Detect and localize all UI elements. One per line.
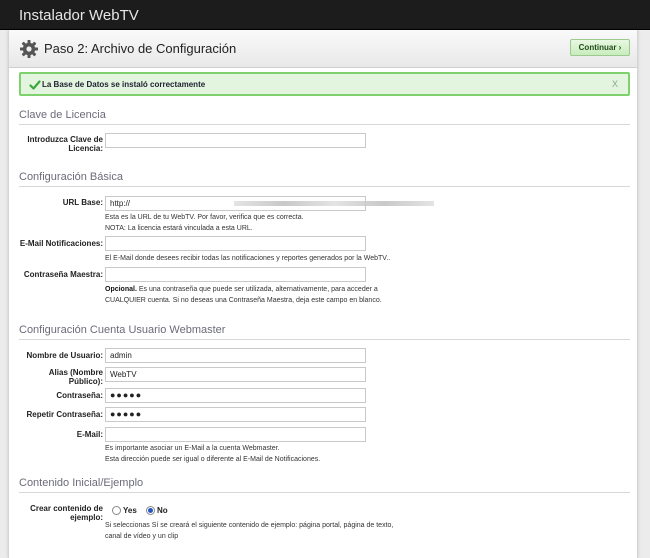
username-input[interactable] bbox=[105, 348, 366, 363]
master-help-line-2: CUALQUIER cuenta. Si no deseas una Contr… bbox=[105, 297, 382, 304]
alias-label: Alias (Nombre Público): bbox=[48, 368, 103, 386]
sample-content-no-radio[interactable] bbox=[146, 506, 155, 515]
sample-content-yes-label[interactable]: Yes bbox=[123, 506, 137, 515]
section-divider bbox=[19, 492, 630, 493]
license-section-title: Clave de Licencia bbox=[19, 109, 106, 121]
alert-message: La Base de Datos se instaló correctament… bbox=[42, 80, 206, 89]
webmaster-email-help: Es importante asociar un E-Mail a la cue… bbox=[105, 443, 320, 465]
top-bar: Instalador WebTV bbox=[0, 0, 650, 30]
url-label: URL Base: bbox=[62, 198, 103, 207]
master-password-help: Opcional. Es una contraseña que puede se… bbox=[105, 284, 382, 306]
repeat-password-label: Repetir Contraseña: bbox=[26, 410, 103, 419]
sample-content-no-label[interactable]: No bbox=[157, 506, 168, 515]
sample-content-help-line-2: canal de vídeo y un clip bbox=[105, 533, 179, 540]
section-divider bbox=[19, 186, 630, 187]
username-label: Nombre de Usuario: bbox=[26, 351, 103, 360]
content-section-title: Contenido Inicial/Ejemplo bbox=[19, 477, 144, 489]
sample-content-yes-radio[interactable] bbox=[112, 506, 121, 515]
master-help-line-1: Es una contraseña que puede ser utilizad… bbox=[136, 286, 378, 293]
success-alert: La Base de Datos se instaló correctament… bbox=[19, 72, 630, 96]
alias-input[interactable] bbox=[105, 367, 366, 382]
url-help-line-1: Esta es la URL de tu WebTV. Por favor, v… bbox=[105, 214, 304, 221]
webmaster-email-help-line-1: Es importante asociar un E-Mail a la cue… bbox=[105, 445, 280, 452]
basic-section-title: Configuración Básica bbox=[19, 171, 123, 183]
section-divider bbox=[19, 339, 630, 340]
page-title: Paso 2: Archivo de Configuración bbox=[44, 41, 237, 56]
notification-email-label: E-Mail Notificaciones: bbox=[19, 239, 103, 248]
password-label: Contraseña: bbox=[56, 391, 103, 400]
step-header: Paso 2: Archivo de Configuración Continu… bbox=[9, 30, 637, 68]
webmaster-email-input[interactable] bbox=[105, 427, 366, 442]
notification-email-input[interactable] bbox=[105, 236, 366, 251]
gear-icon bbox=[20, 40, 38, 58]
url-help-line-2: NOTA: La licencia estará vinculada a est… bbox=[105, 225, 253, 232]
url-value: http:// bbox=[110, 199, 131, 208]
master-password-label: Contraseña Maestra: bbox=[23, 270, 103, 279]
notification-email-help: El E-Mail donde desees recibir todas las… bbox=[105, 255, 391, 262]
url-help: Esta es la URL de tu WebTV. Por favor, v… bbox=[105, 212, 304, 234]
repeat-password-input[interactable]: ●●●●● bbox=[105, 407, 366, 422]
installer-panel: Paso 2: Archivo de Configuración Continu… bbox=[8, 30, 638, 558]
app-title: Instalador WebTV bbox=[19, 7, 139, 24]
license-key-label: Introduzca Clave de Licencia: bbox=[27, 135, 103, 153]
sample-content-help-line-1: Si seleccionas Sí se creará el siguiente… bbox=[105, 522, 394, 529]
check-icon bbox=[29, 80, 41, 90]
master-password-input[interactable] bbox=[105, 267, 366, 282]
password-input[interactable]: ●●●●● bbox=[105, 388, 366, 403]
sample-content-label: Crear contenido de ejemplo: bbox=[30, 504, 103, 522]
webmaster-email-help-line-2: Esta dirección puede ser igual o diferen… bbox=[105, 456, 321, 463]
continue-button[interactable]: Continuar › bbox=[570, 39, 630, 56]
url-redacted bbox=[234, 201, 434, 206]
webmaster-email-label: E-Mail: bbox=[76, 430, 103, 439]
url-input[interactable]: http:// bbox=[105, 196, 434, 211]
license-key-input[interactable] bbox=[105, 133, 366, 148]
alert-close-button[interactable]: X bbox=[612, 79, 618, 89]
sample-content-help: Si seleccionas Sí se creará el siguiente… bbox=[105, 520, 393, 542]
master-help-bold: Opcional. bbox=[105, 286, 137, 293]
webmaster-section-title: Configuración Cuenta Usuario Webmaster bbox=[19, 324, 226, 336]
section-divider bbox=[19, 124, 630, 125]
